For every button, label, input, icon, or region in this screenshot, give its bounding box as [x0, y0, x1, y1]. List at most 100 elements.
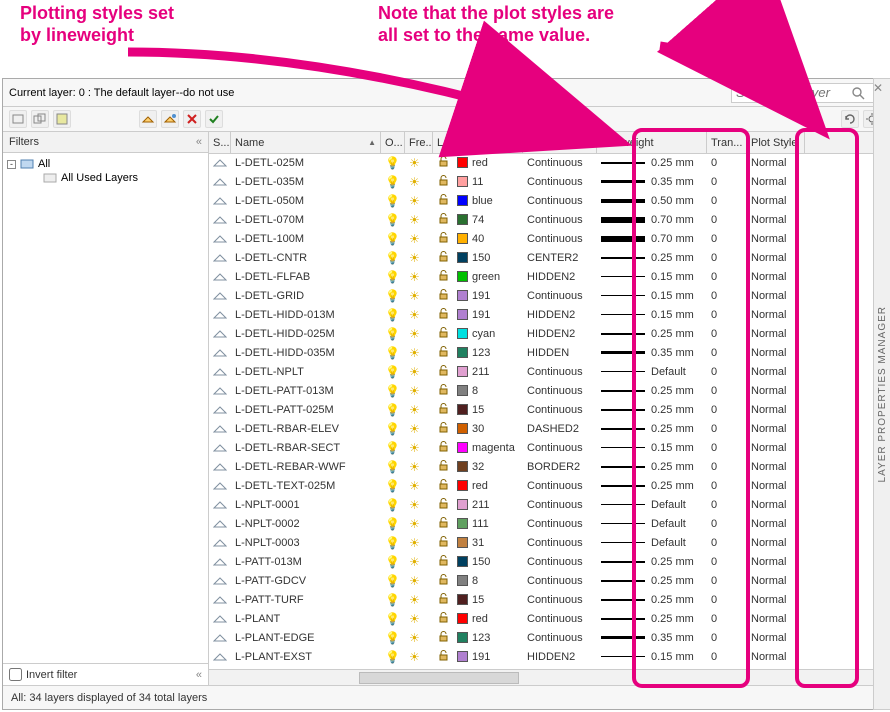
cell-lock[interactable] [433, 515, 453, 533]
cell-transparency[interactable]: 0 [707, 382, 747, 400]
cell-plotstyle[interactable]: Normal [747, 458, 805, 476]
cell-plotstyle[interactable]: Normal [747, 154, 805, 172]
cell-color[interactable]: 15 [453, 591, 523, 609]
cell-freeze[interactable]: ☀ [405, 553, 433, 571]
cell-linetype[interactable]: HIDDEN2 [523, 306, 597, 324]
cell-linetype[interactable]: HIDDEN2 [523, 325, 597, 343]
cell-lineweight[interactable]: 0.25 mm [597, 591, 707, 609]
table-row[interactable]: L-NPLT-0002💡☀111ContinuousDefault0Normal [209, 515, 887, 534]
cell-freeze[interactable]: ☀ [405, 211, 433, 229]
cell-lock[interactable] [433, 344, 453, 362]
cell-transparency[interactable]: 0 [707, 553, 747, 571]
cell-linetype[interactable]: Continuous [523, 382, 597, 400]
cell-lock[interactable] [433, 496, 453, 514]
grid-body[interactable]: L-DETL-025M💡☀redContinuous0.25 mm0Normal… [209, 154, 887, 670]
cell-freeze[interactable]: ☀ [405, 249, 433, 267]
cell-linetype[interactable]: Continuous [523, 496, 597, 514]
new-property-filter-icon[interactable] [9, 110, 27, 128]
cell-on[interactable]: 💡 [381, 553, 405, 571]
cell-linetype[interactable]: Continuous [523, 230, 597, 248]
cell-transparency[interactable]: 0 [707, 306, 747, 324]
cell-transparency[interactable]: 0 [707, 173, 747, 191]
cell-on[interactable]: 💡 [381, 458, 405, 476]
cell-lock[interactable] [433, 458, 453, 476]
cell-plotstyle[interactable]: Normal [747, 230, 805, 248]
cell-linetype[interactable]: HIDDEN2 [523, 648, 597, 666]
cell-lineweight[interactable]: 0.25 mm [597, 553, 707, 571]
col-header-status[interactable]: S... [209, 132, 231, 152]
cell-color[interactable]: 211 [453, 496, 523, 514]
col-header-name[interactable]: Name▲ [231, 132, 381, 152]
cell-lock[interactable] [433, 477, 453, 495]
cell-lineweight[interactable]: 0.25 mm [597, 249, 707, 267]
table-row[interactable]: L-DETL-100M💡☀40Continuous0.70 mm0Normal [209, 230, 887, 249]
cell-status[interactable] [209, 420, 231, 438]
cell-lock[interactable] [433, 249, 453, 267]
cell-lineweight[interactable]: 0.25 mm [597, 610, 707, 628]
tree-node-used[interactable]: All Used Layers [7, 171, 204, 185]
cell-lock[interactable] [433, 268, 453, 286]
cell-linetype[interactable]: HIDDEN2 [523, 268, 597, 286]
cell-lock[interactable] [433, 648, 453, 666]
table-row[interactable]: L-DETL-CNTR💡☀150CENTER20.25 mm0Normal [209, 249, 887, 268]
cell-lock[interactable] [433, 439, 453, 457]
cell-plotstyle[interactable]: Normal [747, 648, 805, 666]
cell-lock[interactable] [433, 401, 453, 419]
cell-on[interactable]: 💡 [381, 629, 405, 647]
cell-status[interactable] [209, 458, 231, 476]
cell-lineweight[interactable]: 0.15 mm [597, 287, 707, 305]
cell-color[interactable]: red [453, 610, 523, 628]
cell-name[interactable]: L-DETL-035M [231, 173, 381, 191]
table-row[interactable]: L-NPLT-0001💡☀211ContinuousDefault0Normal [209, 496, 887, 515]
cell-color[interactable]: 191 [453, 287, 523, 305]
cell-freeze[interactable]: ☀ [405, 268, 433, 286]
cell-linetype[interactable]: Continuous [523, 154, 597, 172]
cell-lock[interactable] [433, 591, 453, 609]
cell-color[interactable]: 31 [453, 534, 523, 552]
cell-transparency[interactable]: 0 [707, 249, 747, 267]
cell-color[interactable]: 191 [453, 648, 523, 666]
cell-transparency[interactable]: 0 [707, 230, 747, 248]
cell-color[interactable]: red [453, 154, 523, 172]
cell-transparency[interactable]: 0 [707, 496, 747, 514]
cell-name[interactable]: L-NPLT-0002 [231, 515, 381, 533]
cell-transparency[interactable]: 0 [707, 439, 747, 457]
cell-linetype[interactable]: Continuous [523, 192, 597, 210]
cell-name[interactable]: L-PLANT-EXST [231, 648, 381, 666]
cell-linetype[interactable]: HIDDEN [523, 344, 597, 362]
cell-lineweight[interactable]: 0.70 mm [597, 230, 707, 248]
cell-linetype[interactable]: Continuous [523, 534, 597, 552]
col-header-lineweight[interactable]: Lineweight [597, 132, 707, 152]
refresh-icon[interactable] [841, 110, 859, 128]
cell-status[interactable] [209, 610, 231, 628]
table-row[interactable]: L-DETL-035M💡☀11Continuous0.35 mm0Normal [209, 173, 887, 192]
cell-status[interactable] [209, 268, 231, 286]
table-row[interactable]: L-PLANT-EDGE💡☀123Continuous0.35 mm0Norma… [209, 629, 887, 648]
cell-lock[interactable] [433, 553, 453, 571]
cell-lineweight[interactable]: 0.70 mm [597, 211, 707, 229]
table-row[interactable]: L-DETL-RBAR-ELEV💡☀30DASHED20.25 mm0Norma… [209, 420, 887, 439]
cell-color[interactable]: 111 [453, 515, 523, 533]
cell-status[interactable] [209, 534, 231, 552]
cell-name[interactable]: L-DETL-050M [231, 192, 381, 210]
cell-name[interactable]: L-DETL-PATT-013M [231, 382, 381, 400]
cell-color[interactable]: 123 [453, 344, 523, 362]
cell-status[interactable] [209, 306, 231, 324]
col-header-freeze[interactable]: Fre... [405, 132, 433, 152]
cell-status[interactable] [209, 648, 231, 666]
table-row[interactable]: L-DETL-GRID💡☀191Continuous0.15 mm0Normal [209, 287, 887, 306]
cell-lineweight[interactable]: 0.35 mm [597, 173, 707, 191]
cell-color[interactable]: red [453, 477, 523, 495]
cell-status[interactable] [209, 287, 231, 305]
cell-freeze[interactable]: ☀ [405, 572, 433, 590]
cell-on[interactable]: 💡 [381, 344, 405, 362]
cell-name[interactable]: L-DETL-RBAR-ELEV [231, 420, 381, 438]
cell-name[interactable]: L-DETL-PATT-025M [231, 401, 381, 419]
cell-freeze[interactable]: ☀ [405, 496, 433, 514]
side-tab[interactable]: LAYER PROPERTIES MANAGER [873, 78, 890, 710]
cell-freeze[interactable]: ☀ [405, 648, 433, 666]
cell-on[interactable]: 💡 [381, 496, 405, 514]
table-row[interactable]: L-DETL-TEXT-025M💡☀redContinuous0.25 mm0N… [209, 477, 887, 496]
cell-name[interactable]: L-PATT-013M [231, 553, 381, 571]
cell-color[interactable]: green [453, 268, 523, 286]
